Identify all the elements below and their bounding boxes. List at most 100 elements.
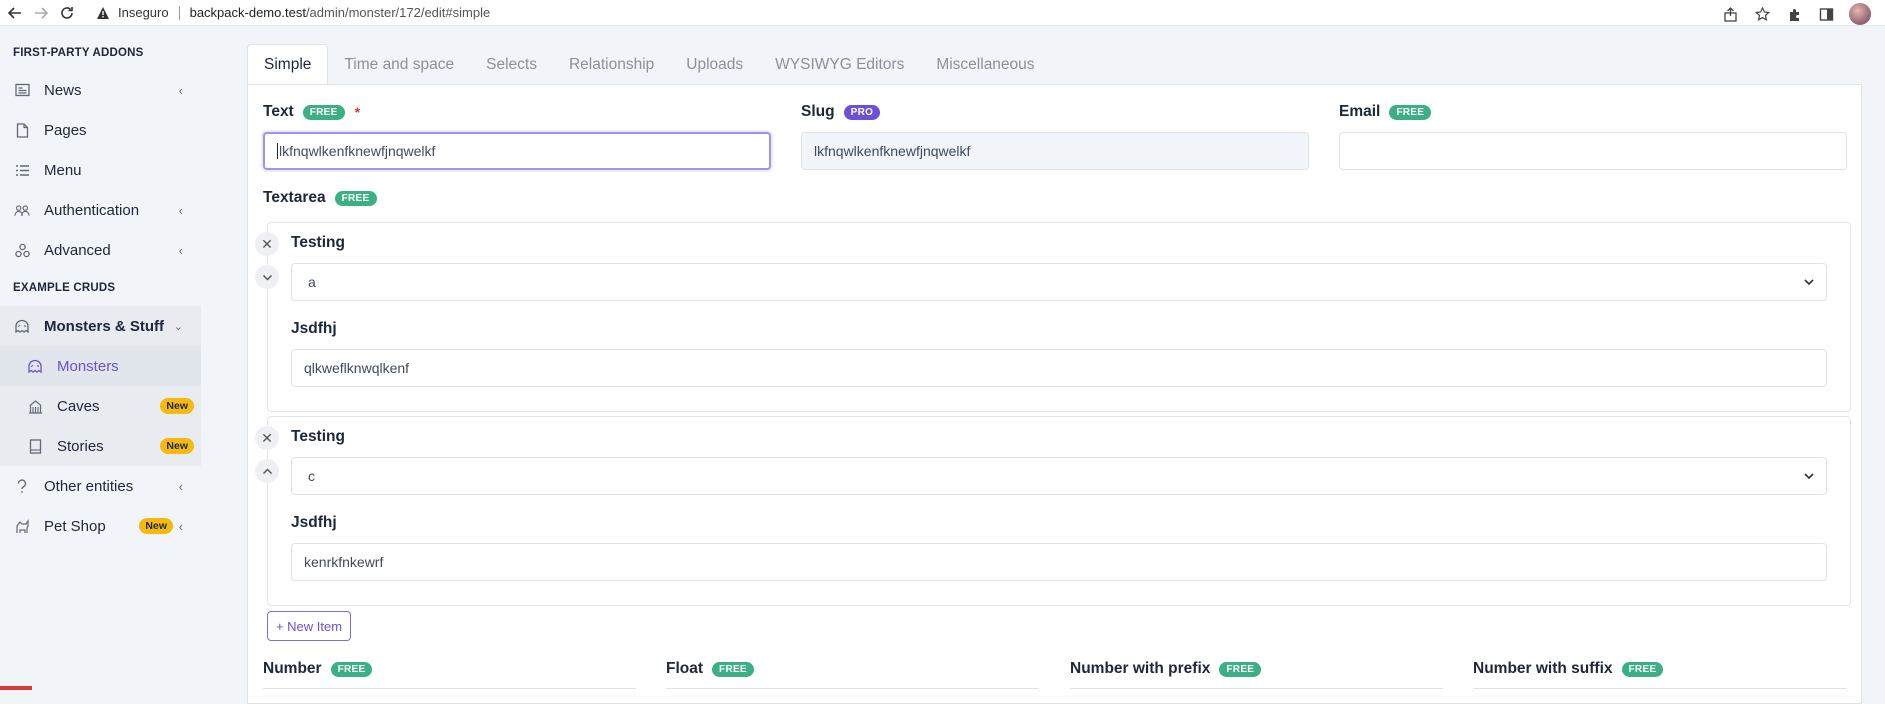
tab-wysiwyg-editors[interactable]: WYSIWYG Editors	[759, 44, 920, 85]
move-up-chevron-icon[interactable]	[255, 459, 279, 483]
list-icon	[14, 162, 30, 178]
pro-badge: PRO	[843, 104, 881, 120]
sidebar-item-label: Menu	[44, 161, 82, 179]
testing-select[interactable]: a	[291, 263, 1827, 301]
extensions-icon[interactable]	[1785, 5, 1803, 23]
sidebar-item-other-entities[interactable]: Other entities ‹	[0, 466, 201, 506]
warning-icon	[97, 6, 109, 19]
remove-item-close-icon[interactable]: ✕	[255, 232, 279, 256]
sidebar: FIRST-PARTY ADDONS News ‹ Pages Menu Aut…	[0, 26, 201, 690]
sidebar-item-menu[interactable]: Menu	[0, 150, 201, 190]
tab-simple[interactable]: Simple	[247, 44, 329, 85]
new-item-button[interactable]: + New Item	[267, 611, 351, 641]
sidepanel-icon[interactable]	[1817, 5, 1835, 23]
security-label: Inseguro	[118, 5, 169, 20]
debug-indicator-strip	[0, 686, 32, 690]
share-icon[interactable]	[1721, 5, 1739, 23]
chevron-left-icon: ‹	[178, 518, 183, 534]
sidebar-item-label: Other entities	[44, 477, 134, 495]
email-input[interactable]	[1339, 132, 1847, 170]
profile-avatar[interactable]	[1849, 3, 1871, 25]
jsdfhj-input[interactable]: qlkweflknwqlkenf	[291, 349, 1827, 387]
sidebar-item-label: Stories	[57, 437, 104, 455]
chevron-down-icon: ⌄	[173, 320, 183, 333]
sidebar-item-stories[interactable]: Stories New	[0, 426, 201, 466]
field-label-text: Slug	[801, 103, 835, 120]
slug-input-value: lkfnqwlkenfknewfjnqwelkf	[814, 143, 971, 159]
sidebar-item-label: Advanced	[44, 241, 111, 259]
number-with-prefix-input[interactable]	[1070, 688, 1443, 694]
free-badge: FREE	[334, 190, 377, 206]
ghost-icon	[27, 358, 43, 374]
text-input-value: lkfnqwlkenfknewfjnqwelkf	[279, 143, 436, 159]
jsdfhj-input[interactable]: kenrkfnkewrf	[291, 543, 1827, 581]
address-divider	[178, 5, 180, 20]
question-icon	[14, 478, 30, 494]
testing-select[interactable]: c	[291, 457, 1827, 495]
free-badge: FREE	[1389, 104, 1432, 120]
number-with-suffix-input[interactable]	[1473, 688, 1847, 694]
number-with-suffix-field-label: Number with suffix FREE	[1473, 660, 1664, 678]
tab-uploads[interactable]: Uploads	[670, 44, 759, 85]
number-with-prefix-field-label: Number with prefix FREE	[1070, 660, 1262, 678]
tab-time-and-space[interactable]: Time and space	[328, 44, 470, 85]
field-label-text: Float	[666, 660, 704, 677]
field-label-text: Number	[263, 660, 322, 677]
free-badge: FREE	[712, 661, 754, 677]
field-label-text: Number with suffix	[1473, 660, 1613, 677]
jsdfhj-input-value: kenrkfnkewrf	[304, 554, 384, 570]
float-input[interactable]	[666, 688, 1039, 694]
sidebar-item-label: Monsters	[57, 357, 119, 375]
cogs-icon	[14, 242, 30, 258]
chevron-left-icon: ‹	[178, 242, 183, 258]
move-down-chevron-icon[interactable]	[255, 265, 279, 289]
slug-input[interactable]: lkfnqwlkenfknewfjnqwelkf	[801, 132, 1309, 170]
bookmark-star-icon[interactable]	[1753, 5, 1771, 23]
dog-icon	[14, 518, 30, 534]
sidebar-item-pages[interactable]: Pages	[0, 110, 201, 150]
sidebar-item-pet-shop[interactable]: Pet Shop New ‹	[0, 506, 201, 546]
forward-icon[interactable]	[30, 2, 52, 24]
book-icon	[27, 438, 43, 454]
url-text: backpack-demo.test/admin/monster/172/edi…	[190, 5, 491, 20]
field-label-text: Textarea	[263, 189, 326, 206]
sidebar-item-monsters[interactable]: Monsters	[0, 346, 201, 386]
remove-item-close-icon[interactable]: ✕	[255, 426, 279, 450]
tab-selects[interactable]: Selects	[470, 44, 553, 85]
select-value: c	[308, 468, 315, 484]
jsdfhj-label: Jsdfhj	[291, 514, 337, 531]
sidebar-item-news[interactable]: News ‹	[0, 70, 201, 110]
new-badge: New	[160, 398, 194, 414]
float-field-label: Float FREE	[666, 660, 754, 678]
sidebar-item-label: Monsters & Stuff	[44, 317, 164, 335]
users-icon	[14, 202, 30, 218]
slug-field-label: Slug PRO	[801, 103, 881, 121]
text-field-label: Text FREE *	[263, 103, 360, 121]
tab-miscellaneous[interactable]: Miscellaneous	[920, 44, 1050, 85]
back-icon[interactable]	[4, 2, 26, 24]
sidebar-item-label: Caves	[57, 397, 100, 415]
address-bar[interactable]: Inseguro backpack-demo.test/admin/monste…	[96, 0, 490, 26]
chevron-left-icon: ‹	[178, 478, 183, 494]
tab-relationship[interactable]: Relationship	[553, 44, 670, 85]
sidebar-item-label: Authentication	[44, 201, 140, 219]
new-badge: New	[139, 518, 173, 534]
testing-label: Testing	[291, 234, 345, 251]
sidebar-item-monsters-stuff[interactable]: Monsters & Stuff ⌄	[0, 306, 201, 346]
jsdfhj-input-value: qlkweflknwqlkenf	[304, 360, 410, 376]
sidebar-item-label: Pet Shop	[44, 517, 106, 535]
chevron-down-icon	[1804, 279, 1814, 286]
number-input[interactable]	[263, 688, 636, 694]
required-marker: *	[354, 104, 361, 120]
sidebar-item-authentication[interactable]: Authentication ‹	[0, 190, 201, 230]
sidebar-section-first-party: FIRST-PARTY ADDONS	[13, 47, 144, 59]
text-input[interactable]: lkfnqwlkenfknewfjnqwelkf	[263, 132, 771, 170]
browser-toolbar: Inseguro backpack-demo.test/admin/monste…	[0, 0, 1885, 26]
sidebar-item-caves[interactable]: Caves New	[0, 386, 201, 426]
testing-label: Testing	[291, 428, 345, 445]
free-badge: FREE	[1621, 661, 1664, 677]
select-value: a	[308, 274, 316, 290]
reload-icon[interactable]	[56, 2, 78, 24]
sidebar-item-label: Pages	[44, 121, 87, 139]
sidebar-item-advanced[interactable]: Advanced ‹	[0, 230, 201, 270]
